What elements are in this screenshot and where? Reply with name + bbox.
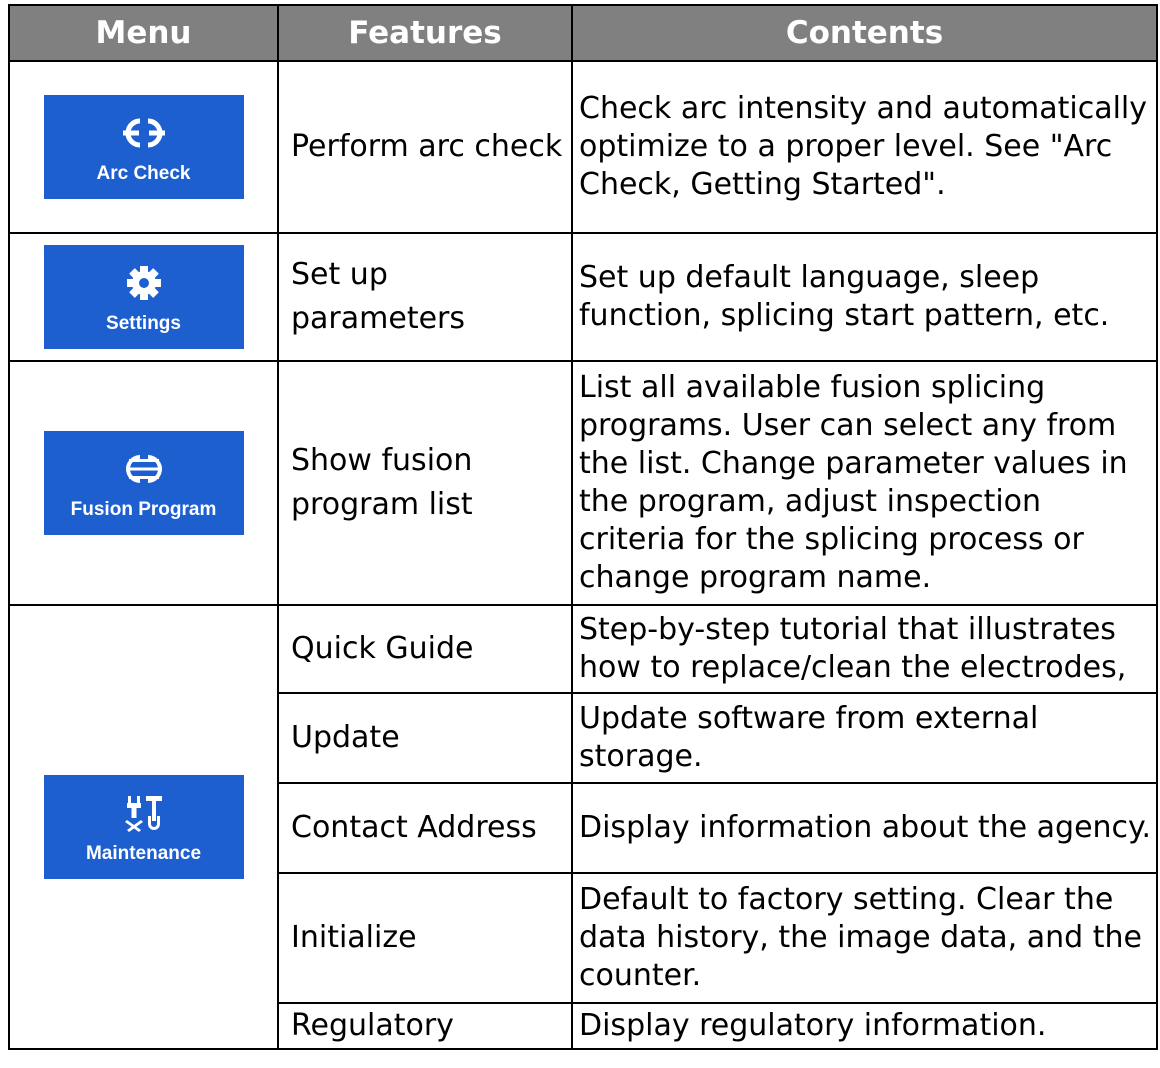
contents-cell: Update software from external storage. <box>571 692 1158 784</box>
header-contents: Contents <box>571 4 1158 62</box>
maintenance-button[interactable]: Maintenance <box>43 775 244 879</box>
menu-cell: Settings <box>8 232 279 362</box>
arc-check-button[interactable]: Arc Check <box>43 95 244 199</box>
feature-cell: Regulatory <box>277 1002 573 1050</box>
table-row-quick-guide: Maintenance Quick Guide Step-by-step tut… <box>8 604 1158 1050</box>
table-row-settings: Settings Set up parameters Set up defaul… <box>8 232 1158 362</box>
menu-cell: Arc Check <box>8 60 279 234</box>
maintenance-tools-icon <box>124 796 162 832</box>
contents-cell: Display regulatory information. <box>571 1002 1158 1050</box>
feature-cell: Quick Guide <box>277 604 573 694</box>
contents-cell: Display information about the agency. <box>571 782 1158 874</box>
feature-cell: Set up parameters <box>277 232 573 362</box>
settings-button[interactable]: Settings <box>43 245 244 349</box>
settings-label: Settings <box>106 313 181 334</box>
menu-reference-page: Menu Features Contents Arc Check Perform… <box>8 4 1158 1050</box>
contents-cell: List all available fusion splicing progr… <box>571 360 1158 606</box>
fusion-program-button[interactable]: Fusion Program <box>43 431 244 535</box>
fusion-program-label: Fusion Program <box>70 499 217 520</box>
feature-cell: Show fusion program list <box>277 360 573 606</box>
contents-cell: Default to factory setting. Clear the da… <box>571 872 1158 1004</box>
feature-cell: Initialize <box>277 872 573 1004</box>
maintenance-label: Maintenance <box>85 843 202 864</box>
table-header-row: Menu Features Contents <box>8 4 1158 62</box>
header-features: Features <box>277 4 573 62</box>
feature-cell: Perform arc check <box>277 60 573 234</box>
table-row-arc-check: Arc Check Perform arc check Check arc in… <box>8 60 1158 234</box>
contents-cell: Set up default language, sleep function,… <box>571 232 1158 362</box>
contents-cell: Check arc intensity and automatically op… <box>571 60 1158 234</box>
arc-check-label: Arc Check <box>96 163 191 184</box>
feature-cell: Contact Address <box>277 782 573 874</box>
feature-cell: Update <box>277 692 573 784</box>
contents-cell: Step-by-step tutorial that illustrates h… <box>571 604 1158 694</box>
menu-features-table: Menu Features Contents Arc Check Perform… <box>8 4 1158 1050</box>
menu-cell: Fusion Program <box>8 360 279 606</box>
menu-cell: Maintenance <box>8 604 279 1050</box>
header-menu: Menu <box>8 4 279 62</box>
table-row-fusion-program: Fusion Program Show fusion program list … <box>8 360 1158 606</box>
gear-icon <box>126 266 161 300</box>
arc-check-icon <box>122 118 165 148</box>
fusion-program-icon <box>125 455 162 483</box>
